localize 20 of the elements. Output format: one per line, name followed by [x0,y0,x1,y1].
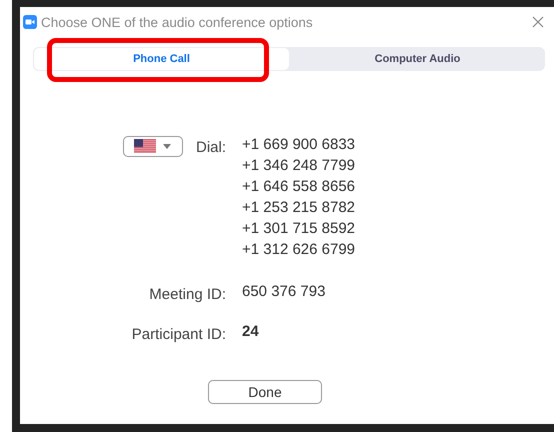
phone-number: +1 312 626 6799 [242,241,356,259]
window-title: Choose ONE of the audio conference options [41,14,314,30]
close-button[interactable] [530,14,546,30]
dial-label: Dial: [196,138,226,156]
country-dropdown[interactable] [122,136,183,157]
field-value: 650 376 793 [242,283,326,302]
field-label: Meeting ID: [148,285,226,303]
tab[interactable]: Phone Call [33,47,290,71]
phone-number: +1 301 715 8592 [242,220,356,238]
phone-number: +1 669 900 6833 [242,136,356,154]
tab[interactable]: Computer Audio [290,47,545,71]
caret-icon [163,144,172,149]
phone-number: +1 646 558 8656 [242,178,356,196]
camera-icon [23,15,37,29]
flag-icon [134,139,156,154]
field-label: Participant ID: [130,325,226,343]
phone-number: +1 346 248 7799 [242,157,356,175]
done-button[interactable]: Done [208,380,322,404]
phone-number: +1 253 215 8782 [242,199,356,217]
field-value: 24 [242,323,260,342]
